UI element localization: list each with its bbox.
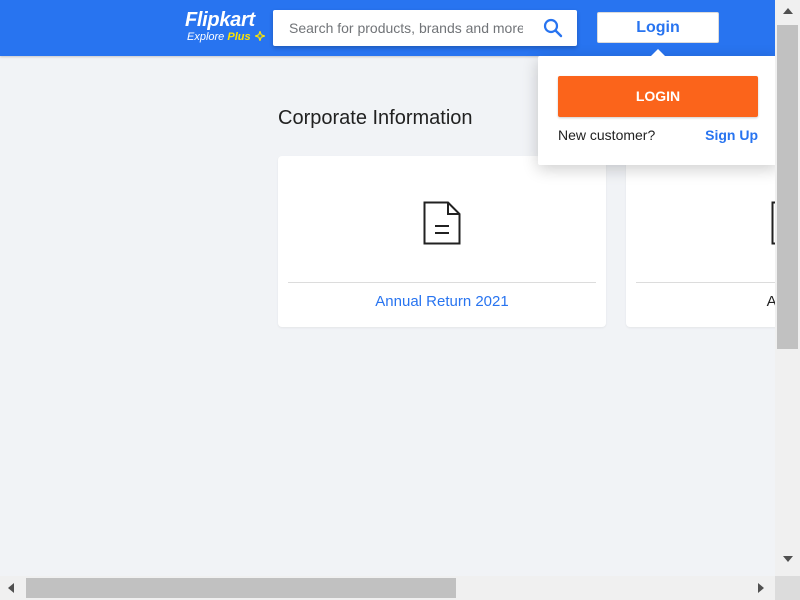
vertical-scroll-thumb[interactable] <box>777 25 798 349</box>
chevron-right-icon[interactable] <box>758 583 764 593</box>
search-button[interactable] <box>539 10 577 46</box>
search-icon <box>543 18 563 38</box>
dropdown-login-button[interactable]: LOGIN <box>558 76 758 117</box>
search-bar <box>273 10 577 46</box>
scrollbar-corner <box>775 576 800 600</box>
document-icon <box>423 201 461 245</box>
vertical-scrollbar[interactable] <box>775 0 800 576</box>
logo-tagline-plus: Plus <box>227 31 251 43</box>
new-customer-label: New customer? <box>558 127 656 143</box>
logo-tagline: Explore Plus <box>187 31 265 43</box>
flipkart-logo[interactable]: Flipkart Explore Plus <box>185 9 265 45</box>
signup-link[interactable]: Sign Up <box>705 126 758 144</box>
search-input[interactable] <box>273 10 523 46</box>
card-divider <box>636 282 775 283</box>
page-title: Corporate Information <box>278 107 473 129</box>
logo-tagline-explore: Explore <box>187 31 225 43</box>
plus-star-icon <box>254 31 265 41</box>
logo-wordmark: Flipkart <box>185 9 255 31</box>
login-button[interactable]: Login <box>597 12 719 43</box>
card-label[interactable]: Annual <box>626 292 775 312</box>
page-viewport: Flipkart Explore Plus Login Corporate In… <box>0 0 775 576</box>
chevron-down-icon[interactable] <box>783 556 793 562</box>
horizontal-scrollbar[interactable] <box>0 576 775 600</box>
dropdown-pointer <box>650 49 666 57</box>
top-header: Flipkart Explore Plus Login <box>0 0 775 56</box>
card-annual[interactable]: Annual <box>626 156 775 327</box>
login-dropdown: LOGIN New customer? Sign Up <box>538 49 775 165</box>
card-label[interactable]: Annual Return 2021 <box>278 292 606 312</box>
horizontal-scroll-thumb[interactable] <box>26 578 456 598</box>
chevron-left-icon[interactable] <box>8 583 14 593</box>
chevron-up-icon[interactable] <box>783 8 793 14</box>
card-divider <box>288 282 596 283</box>
card-annual-return-2021[interactable]: Annual Return 2021 <box>278 156 606 327</box>
